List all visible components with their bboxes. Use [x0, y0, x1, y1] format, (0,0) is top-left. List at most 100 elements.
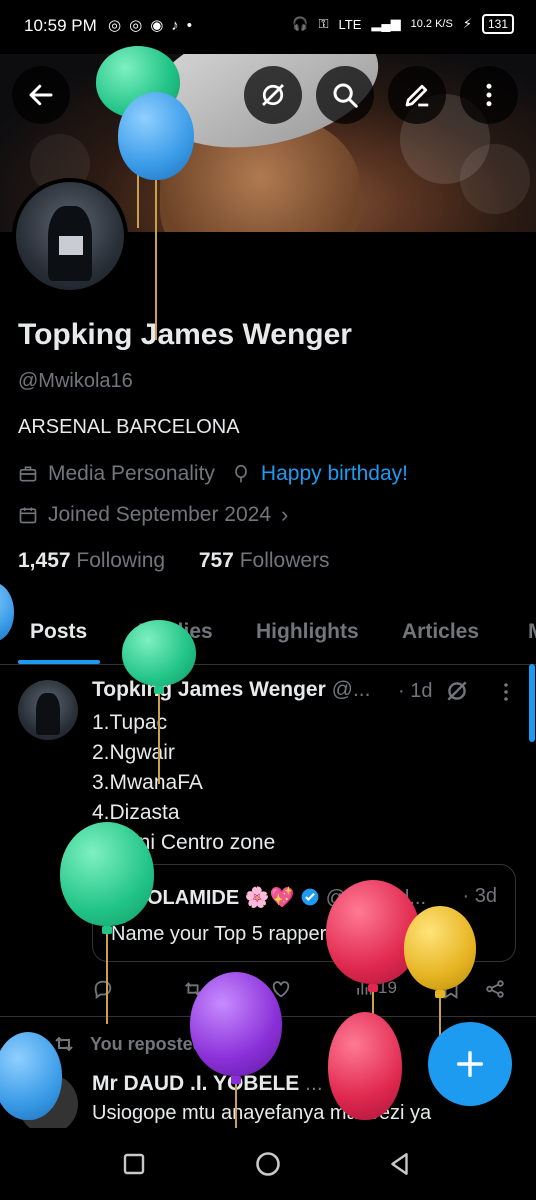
- quote-avatar: [109, 883, 137, 911]
- tab-replies[interactable]: Replies: [138, 620, 213, 644]
- views-count: 19: [378, 978, 397, 997]
- follow-stats: 1,457 Following 757 Followers: [18, 549, 330, 573]
- repost-icon: [185, 982, 201, 996]
- signal-icon: ▂▄▆: [371, 16, 401, 31]
- tweet-line: 4.Dizasta: [92, 801, 180, 824]
- profile-tabs: Posts Replies Highlights Articles M: [0, 606, 536, 665]
- following-link[interactable]: 1,457 Following: [18, 549, 165, 572]
- instagram-icon: ◎: [129, 17, 151, 34]
- tweet-line: 1.Tupac: [92, 711, 168, 734]
- tab-media[interactable]: M: [528, 620, 536, 644]
- back-nav-button[interactable]: [382, 1146, 418, 1182]
- arrow-left-icon: [29, 84, 53, 106]
- share-icon: [486, 980, 504, 998]
- balloon-icon: [235, 464, 247, 483]
- views-icon: [357, 983, 372, 995]
- verified-badge-icon: [301, 888, 319, 906]
- status-bar: 10:59 PM ◎◎◉♪• 🎧 ⚿ LTE ▂▄▆ 10.2 K/S ⚡ 13…: [0, 0, 536, 54]
- heart-icon: [272, 981, 290, 998]
- followers-label: Followers: [239, 549, 330, 572]
- notification-icons: ◎◎◉♪•: [108, 16, 200, 34]
- tweet-actions: 19: [92, 978, 516, 1006]
- tweet2-author-name: Mr DAUD .I. YOBELE: [92, 1072, 300, 1095]
- profile-meta-row: Media Personality Happy birthday!: [18, 462, 408, 486]
- birthday-link[interactable]: Happy birthday!: [261, 462, 408, 486]
- joined-row[interactable]: Joined September 2024 ›: [18, 502, 288, 528]
- back-button[interactable]: [12, 66, 70, 124]
- tweet-author[interactable]: Topking James Wenger @...: [92, 678, 370, 702]
- triangle-back-icon: [391, 1153, 408, 1175]
- tweet-line: 3.MwanaFA: [92, 771, 203, 794]
- quoted-tweet[interactable]: OLAMIDE 🌸💖 @Olamid... · 3d Name your Top…: [92, 864, 516, 962]
- home-button[interactable]: [250, 1146, 286, 1182]
- following-count: 1,457: [18, 549, 71, 572]
- tweet-more-icon[interactable]: [494, 680, 518, 704]
- repost-icon: [55, 1036, 73, 1052]
- followers-link[interactable]: 757 Followers: [199, 549, 330, 572]
- network-label: LTE: [338, 16, 362, 32]
- reply-icon: [94, 980, 112, 1000]
- profile-avatar[interactable]: [12, 178, 128, 294]
- profile-handle: @Mwikola16: [18, 370, 133, 392]
- compose-button[interactable]: [428, 1022, 512, 1106]
- tiktok-icon: ♪: [171, 17, 187, 34]
- search-icon: [333, 83, 358, 108]
- profile-bio: ARSENAL BARCELONA: [18, 416, 240, 438]
- status-time: 10:59 PM: [24, 16, 97, 35]
- profile-name: Topking James Wenger: [18, 318, 352, 351]
- bookmark-button[interactable]: [440, 978, 462, 1000]
- repost-label: You reposted: [90, 1033, 204, 1054]
- edit-button[interactable]: [388, 66, 446, 124]
- search-button[interactable]: [316, 66, 374, 124]
- tweet2-author[interactable]: Mr DAUD .I. YOBELE ... · Feb: [92, 1072, 378, 1096]
- tweet-line: 2.Ngwair: [92, 741, 175, 764]
- home-icon: [256, 1152, 280, 1176]
- grok-button[interactable]: [244, 66, 302, 124]
- tab-articles[interactable]: Articles: [402, 620, 479, 644]
- more-vertical-icon: [486, 83, 492, 107]
- followers-count: 757: [198, 549, 234, 572]
- following-label: Following: [76, 549, 166, 572]
- joined-date: Joined September 2024: [48, 503, 271, 526]
- tweet2-text: Usiogope mtu anayefanya mazoezi ya: [92, 1102, 432, 1124]
- chevron-right-icon: ›: [281, 502, 289, 527]
- dot-icon: •: [186, 17, 201, 34]
- battery-indicator: 131: [481, 14, 514, 34]
- tweet-author-name: Topking James Wenger: [92, 678, 326, 701]
- charging-icon: ⚡: [462, 16, 472, 31]
- headphones-icon: 🎧: [292, 16, 309, 31]
- recents-icon: [123, 1153, 145, 1175]
- quote-text: Name your Top 5 rappers of ALL time.: [111, 923, 447, 945]
- like-button[interactable]: [270, 978, 292, 1000]
- recents-button[interactable]: [116, 1146, 152, 1182]
- grok-icon[interactable]: [444, 678, 470, 704]
- quote-time: · 3d: [462, 885, 497, 907]
- repost-button[interactable]: [182, 978, 204, 1000]
- quote-author-name: OLAMIDE 🌸💖: [147, 887, 295, 909]
- hotspot-icon: ◉: [150, 17, 172, 34]
- tab-posts[interactable]: Posts: [30, 620, 87, 644]
- tweet-line: 5.Moni Centro zone: [92, 831, 276, 854]
- share-button[interactable]: [484, 978, 506, 1000]
- views-button[interactable]: 19: [354, 978, 397, 998]
- tweet-text: 1.Tupac 2.Ngwair 3.MwanaFA 4.Dizasta 5.M…: [92, 708, 275, 858]
- tweet2-ellipsis: ...: [305, 1072, 323, 1095]
- more-options-button[interactable]: [460, 66, 518, 124]
- system-icons: 🎧 ⚿ LTE ▂▄▆ 10.2 K/S ⚡ 131: [292, 14, 514, 34]
- tweet-avatar[interactable]: [18, 680, 78, 740]
- tab-highlights[interactable]: Highlights: [256, 620, 359, 644]
- plus-icon: [456, 1050, 484, 1078]
- speed-label: 10.2 K/S: [410, 18, 453, 30]
- bookmark-icon: [444, 979, 458, 999]
- quote-author-handle: @Olamid...: [325, 887, 427, 909]
- profile-category: Media Personality: [48, 462, 215, 485]
- reply-button[interactable]: [92, 978, 114, 1000]
- scrollbar[interactable]: [529, 664, 535, 742]
- system-nav-bar: [0, 1128, 536, 1200]
- tweet-divider: [0, 1016, 536, 1017]
- tweet2-time: · Feb: [328, 1072, 378, 1095]
- tweet2-avatar[interactable]: [18, 1074, 78, 1134]
- quote-author: OLAMIDE 🌸💖 @Olamid...: [147, 885, 426, 910]
- calendar-icon: [19, 507, 37, 524]
- instagram-icon: ◎: [108, 17, 130, 34]
